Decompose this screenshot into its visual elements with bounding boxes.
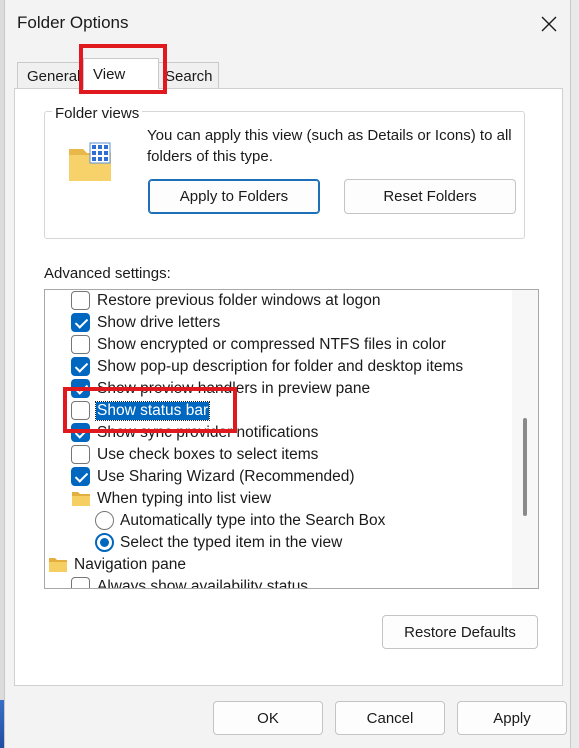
- radio-select-typed-item[interactable]: [95, 533, 114, 552]
- checkbox-sharing-wizard[interactable]: [71, 467, 90, 486]
- checkbox-show-drive-letters[interactable]: [71, 313, 90, 332]
- list-item-label: Show drive letters: [97, 314, 221, 331]
- ok-button[interactable]: OK: [213, 701, 323, 735]
- advanced-settings-tree[interactable]: Restore previous folder windows at logon…: [44, 289, 539, 589]
- list-item-label: Show encrypted or compressed NTFS files …: [97, 336, 446, 353]
- list-item-label: When typing into list view: [97, 490, 272, 507]
- folder-icon: [49, 558, 67, 572]
- checkbox-availability-status[interactable]: [71, 577, 90, 588]
- scrollbar-thumb[interactable]: [523, 418, 527, 516]
- list-item-label: Use check boxes to select items: [97, 446, 319, 463]
- list-item-label: Always show availability status: [97, 578, 309, 589]
- show-status-bar-annotation-box: [63, 387, 237, 433]
- cancel-button[interactable]: Cancel: [335, 701, 445, 735]
- advanced-settings-label: Advanced settings:: [44, 265, 171, 282]
- checkbox-restore-windows[interactable]: [71, 291, 90, 310]
- radio-auto-type-search[interactable]: [95, 511, 114, 530]
- list-item-label: Navigation pane: [74, 556, 187, 573]
- apply-to-folders-button[interactable]: Apply to Folders: [148, 179, 320, 214]
- folder-view-icon: [69, 142, 111, 181]
- list-item-label: Use Sharing Wizard (Recommended): [97, 468, 355, 485]
- close-icon: [541, 16, 557, 32]
- tab-general[interactable]: General: [17, 62, 87, 88]
- apply-button[interactable]: Apply: [457, 701, 567, 735]
- reset-folders-button[interactable]: Reset Folders: [344, 179, 516, 214]
- list-item-label: Select the typed item in the view: [120, 534, 343, 551]
- close-button[interactable]: [533, 8, 565, 40]
- checkbox-ntfs-color[interactable]: [71, 335, 90, 354]
- folder-views-description: You can apply this view (such as Details…: [147, 127, 512, 165]
- checkbox-use-check-boxes[interactable]: [71, 445, 90, 464]
- folder-icon: [72, 492, 90, 506]
- dialog-title: Folder Options: [17, 13, 129, 32]
- background-window-right-edge: [571, 0, 579, 748]
- tab-view-annotation-box: [79, 44, 167, 94]
- list-item-label: Show pop-up description for folder and d…: [97, 358, 464, 375]
- restore-defaults-button[interactable]: Restore Defaults: [382, 615, 538, 649]
- checkbox-popup-description[interactable]: [71, 357, 90, 376]
- folder-views-label: Folder views: [52, 105, 143, 122]
- tree-scrollbar[interactable]: [512, 290, 538, 588]
- list-item-label: Automatically type into the Search Box: [120, 512, 386, 529]
- list-item-label: Restore previous folder windows at logon: [97, 292, 381, 309]
- folder-options-dialog: Folder Options General Search View Folde…: [4, 0, 571, 748]
